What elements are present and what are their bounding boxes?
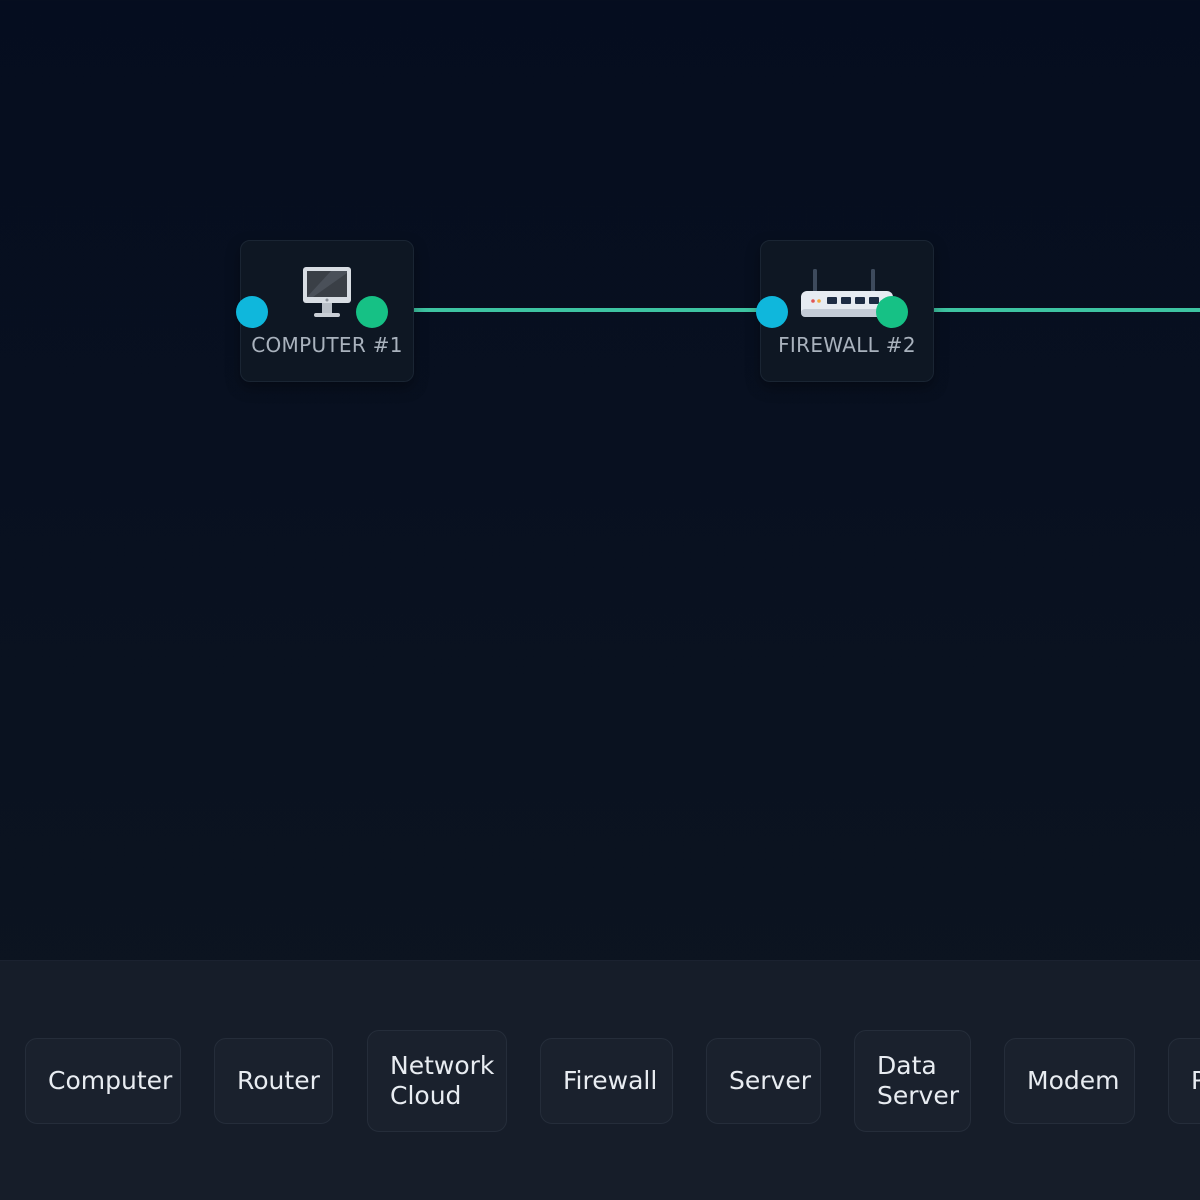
palette-item-label: Network Cloud xyxy=(390,1051,495,1110)
node-label: FIREWALL #2 xyxy=(778,333,916,357)
palette-item-partial[interactable]: P xyxy=(1168,1038,1200,1124)
output-port[interactable] xyxy=(876,296,908,328)
palette-item-router[interactable]: Router xyxy=(214,1038,333,1124)
input-port[interactable] xyxy=(756,296,788,328)
node-firewall[interactable]: FIREWALL #2 xyxy=(756,240,934,382)
output-port[interactable] xyxy=(356,296,388,328)
component-palette: Computer Router Network Cloud Firewall S… xyxy=(0,960,1200,1200)
palette-item-data-server[interactable]: Data Server xyxy=(854,1030,971,1132)
palette-item-modem[interactable]: Modem xyxy=(1004,1038,1135,1124)
node-computer[interactable]: COMPUTER #1 xyxy=(236,240,414,382)
input-port[interactable] xyxy=(236,296,268,328)
connection-layer xyxy=(414,308,1200,312)
palette-item-label: Firewall xyxy=(563,1066,658,1095)
palette-item-network-cloud[interactable]: Network Cloud xyxy=(367,1030,507,1132)
palette-item-label: Server xyxy=(729,1066,811,1095)
palette-item-label: P xyxy=(1191,1066,1200,1096)
node-label: COMPUTER #1 xyxy=(251,333,403,357)
palette-item-computer[interactable]: Computer xyxy=(25,1038,181,1124)
computer-icon xyxy=(303,267,351,317)
palette-item-server[interactable]: Server xyxy=(706,1038,821,1124)
palette-item-label: Computer xyxy=(48,1066,173,1095)
palette-item-label: Data Server xyxy=(877,1051,959,1110)
palette-item-label: Modem xyxy=(1027,1066,1120,1095)
diagram-canvas[interactable]: COMPUTER #1 FIREWALL #2 xyxy=(0,0,1200,960)
palette-item-firewall[interactable]: Firewall xyxy=(540,1038,673,1124)
palette-item-label: Router xyxy=(237,1066,320,1095)
